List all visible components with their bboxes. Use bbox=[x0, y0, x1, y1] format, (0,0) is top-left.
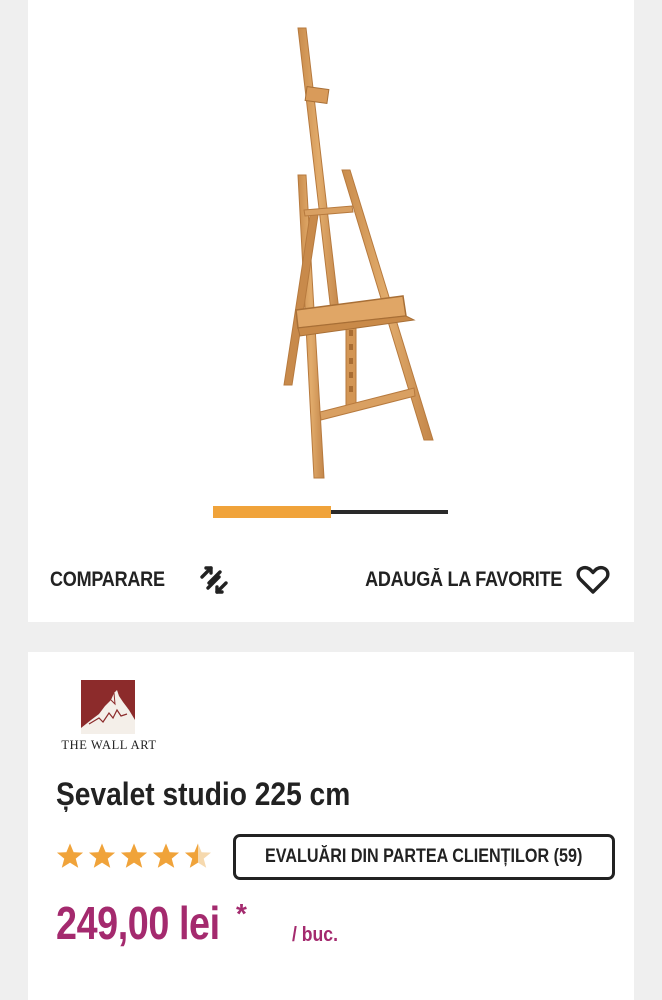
price-row: 249,00 lei * / buc. bbox=[56, 896, 338, 950]
price-unit: / buc. bbox=[292, 924, 338, 946]
brand-logo[interactable]: THE WALL ART bbox=[54, 678, 164, 758]
progress-fill bbox=[213, 506, 331, 518]
add-to-favorites-button[interactable]: ADAUGĂ LA FAVORITE bbox=[333, 558, 610, 602]
star-icon bbox=[185, 843, 211, 868]
product-info-card: THE WALL ART Șevalet studio 225 cm EVALU… bbox=[28, 652, 634, 1000]
reviews-label: EVALUĂRI DIN PARTEA CLIENȚILOR (59) bbox=[265, 846, 583, 867]
compare-button[interactable]: COMPARARE bbox=[50, 558, 231, 602]
rating-stars[interactable] bbox=[56, 842, 212, 870]
brand-name: THE WALL ART bbox=[61, 738, 157, 752]
customer-reviews-button[interactable]: EVALUĂRI DIN PARTEA CLIENȚILOR (59) bbox=[233, 834, 615, 880]
star-icon bbox=[153, 843, 179, 868]
star-icon bbox=[57, 843, 83, 868]
brand-mountain-icon bbox=[81, 680, 135, 734]
price-asterisk: * bbox=[236, 898, 247, 929]
gallery-progress-bar[interactable] bbox=[213, 506, 448, 518]
favorite-label: ADAUGĂ LA FAVORITE bbox=[364, 568, 562, 591]
heart-icon bbox=[576, 565, 610, 595]
price: 249,00 lei bbox=[56, 897, 220, 949]
compare-label: COMPARARE bbox=[50, 568, 165, 591]
product-gallery-card: COMPARARE ADAUGĂ LA FAVORITE bbox=[28, 0, 634, 622]
product-image[interactable] bbox=[228, 20, 448, 490]
star-icon bbox=[121, 843, 147, 868]
product-title: Șevalet studio 225 cm bbox=[56, 776, 351, 812]
compare-arrows-icon bbox=[197, 563, 231, 597]
star-icon bbox=[89, 843, 115, 868]
